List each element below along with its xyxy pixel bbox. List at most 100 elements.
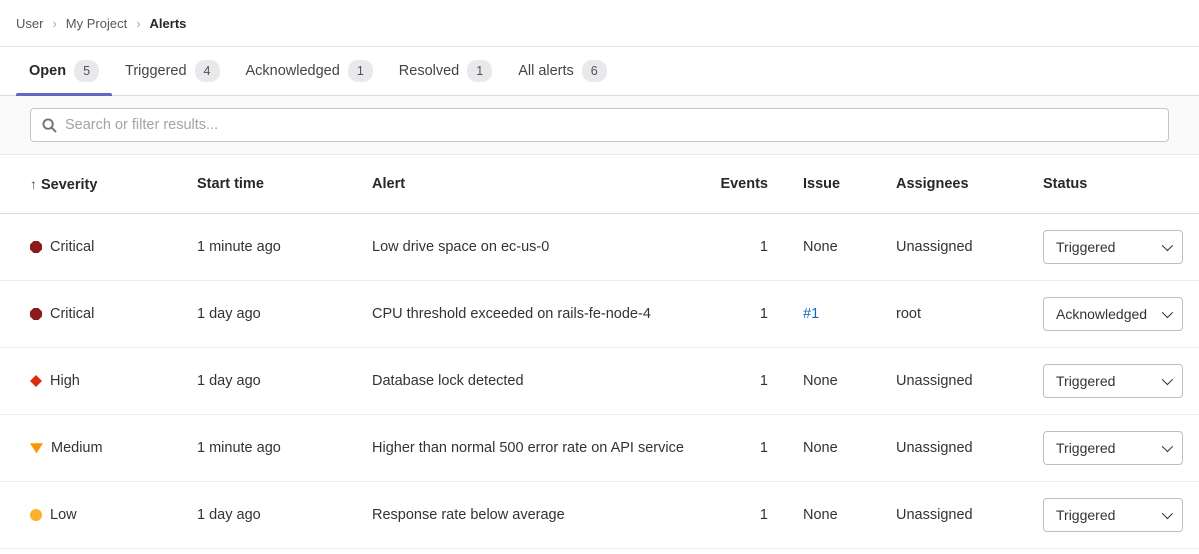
issue-cell: None bbox=[768, 440, 882, 456]
severity-icon bbox=[30, 375, 42, 387]
chevron-down-icon bbox=[1162, 240, 1173, 251]
status-dropdown-label: Triggered bbox=[1056, 440, 1115, 456]
tab-label: Triggered bbox=[125, 63, 187, 79]
assignees-cell: Unassigned bbox=[882, 440, 1028, 456]
search-input[interactable] bbox=[65, 117, 1157, 133]
breadcrumb-user[interactable]: User bbox=[16, 16, 43, 31]
events-count-cell: 1 bbox=[706, 239, 768, 255]
assignees-cell: Unassigned bbox=[882, 239, 1028, 255]
column-header-issue: Issue bbox=[768, 176, 882, 192]
severity-label: Critical bbox=[50, 239, 94, 255]
severity-icon bbox=[30, 241, 42, 253]
status-dropdown-label: Triggered bbox=[1056, 507, 1115, 523]
start-time-cell: 1 minute ago bbox=[183, 440, 358, 456]
severity-cell: Low bbox=[16, 507, 183, 523]
severity-label: Critical bbox=[50, 306, 94, 322]
alert-table-row[interactable]: Critical 1 day ago CPU threshold exceede… bbox=[0, 281, 1199, 348]
column-header-alert: Alert bbox=[358, 176, 706, 192]
severity-label: Low bbox=[50, 507, 77, 523]
tab-count-badge: 1 bbox=[467, 60, 492, 83]
severity-cell: Critical bbox=[16, 239, 183, 255]
search-band bbox=[0, 96, 1199, 155]
severity-icon bbox=[30, 509, 42, 521]
tab-count-badge: 5 bbox=[74, 60, 99, 83]
alert-title-cell: Database lock detected bbox=[358, 373, 706, 389]
search-icon bbox=[42, 118, 57, 133]
tab-count-badge: 1 bbox=[348, 60, 373, 83]
alert-table-row[interactable]: Medium 1 minute ago Higher than normal 5… bbox=[0, 415, 1199, 482]
events-count-cell: 1 bbox=[706, 373, 768, 389]
issue-link[interactable]: #1 bbox=[768, 306, 882, 322]
start-time-cell: 1 day ago bbox=[183, 306, 358, 322]
status-dropdown[interactable]: Triggered bbox=[1043, 364, 1183, 398]
tab-open[interactable]: Open 5 bbox=[16, 47, 112, 95]
issue-cell: None bbox=[768, 373, 882, 389]
chevron-down-icon bbox=[1162, 307, 1173, 318]
assignees-cell: Unassigned bbox=[882, 373, 1028, 389]
tab-count-badge: 4 bbox=[195, 60, 220, 83]
events-count-cell: 1 bbox=[706, 440, 768, 456]
status-dropdown[interactable]: Triggered bbox=[1043, 230, 1183, 264]
severity-icon bbox=[30, 308, 42, 320]
status-cell: Acknowledged bbox=[1028, 297, 1183, 331]
severity-label: High bbox=[50, 373, 80, 389]
tab-label: Open bbox=[29, 63, 66, 79]
alerts-table-header: ↑Severity Start time Alert Events Issue … bbox=[0, 155, 1199, 214]
alert-title-cell: Response rate below average bbox=[358, 507, 706, 523]
events-count-cell: 1 bbox=[706, 306, 768, 322]
events-count-cell: 1 bbox=[706, 507, 768, 523]
alerts-table-body: Critical 1 minute ago Low drive space on… bbox=[0, 214, 1199, 549]
breadcrumb-alerts: Alerts bbox=[150, 16, 187, 31]
tab-label: All alerts bbox=[518, 63, 574, 79]
alert-table-row[interactable]: High 1 day ago Database lock detected 1 … bbox=[0, 348, 1199, 415]
status-dropdown[interactable]: Acknowledged bbox=[1043, 297, 1183, 331]
column-header-severity[interactable]: ↑Severity bbox=[16, 176, 183, 193]
issue-cell: None bbox=[768, 239, 882, 255]
status-cell: Triggered bbox=[1028, 431, 1183, 465]
alert-title-cell: CPU threshold exceeded on rails-fe-node-… bbox=[358, 306, 706, 322]
severity-cell: Critical bbox=[16, 306, 183, 322]
issue-cell: None bbox=[768, 507, 882, 523]
tab-resolved[interactable]: Resolved 1 bbox=[386, 47, 505, 95]
chevron-down-icon bbox=[1162, 374, 1173, 385]
tab-triggered[interactable]: Triggered 4 bbox=[112, 47, 232, 95]
tab-acknowledged[interactable]: Acknowledged 1 bbox=[233, 47, 386, 95]
search-box[interactable] bbox=[30, 108, 1169, 142]
chevron-down-icon bbox=[1162, 508, 1173, 519]
alert-table-row[interactable]: Low 1 day ago Response rate below averag… bbox=[0, 482, 1199, 549]
status-dropdown-label: Triggered bbox=[1056, 373, 1115, 389]
status-cell: Triggered bbox=[1028, 230, 1183, 264]
severity-cell: High bbox=[16, 373, 183, 389]
status-dropdown-label: Triggered bbox=[1056, 239, 1115, 255]
status-cell: Triggered bbox=[1028, 498, 1183, 532]
start-time-cell: 1 day ago bbox=[183, 507, 358, 523]
status-dropdown[interactable]: Triggered bbox=[1043, 431, 1183, 465]
assignees-cell: Unassigned bbox=[882, 507, 1028, 523]
sort-ascending-icon: ↑ bbox=[30, 176, 37, 192]
status-cell: Triggered bbox=[1028, 364, 1183, 398]
status-dropdown-label: Acknowledged bbox=[1056, 306, 1147, 322]
alert-title-cell: Higher than normal 500 error rate on API… bbox=[358, 440, 706, 456]
status-dropdown[interactable]: Triggered bbox=[1043, 498, 1183, 532]
tab-all-alerts[interactable]: All alerts 6 bbox=[505, 47, 620, 95]
breadcrumb: User › My Project › Alerts bbox=[0, 0, 1199, 47]
start-time-cell: 1 minute ago bbox=[183, 239, 358, 255]
column-header-status: Status bbox=[1028, 176, 1183, 192]
severity-icon bbox=[30, 442, 43, 454]
alerts-tab-bar: Open 5 Triggered 4 Acknowledged 1 Resolv… bbox=[0, 47, 1199, 96]
severity-label: Medium bbox=[51, 440, 103, 456]
start-time-cell: 1 day ago bbox=[183, 373, 358, 389]
column-header-start-time[interactable]: Start time bbox=[183, 176, 358, 192]
alert-title-cell: Low drive space on ec-us-0 bbox=[358, 239, 706, 255]
severity-cell: Medium bbox=[16, 440, 183, 456]
breadcrumb-separator: › bbox=[52, 16, 56, 31]
tab-count-badge: 6 bbox=[582, 60, 607, 83]
assignees-cell: root bbox=[882, 306, 1028, 322]
column-header-assignees: Assignees bbox=[882, 176, 1028, 192]
column-header-events: Events bbox=[706, 176, 768, 192]
breadcrumb-project[interactable]: My Project bbox=[66, 16, 127, 31]
chevron-down-icon bbox=[1162, 441, 1173, 452]
breadcrumb-separator: › bbox=[136, 16, 140, 31]
tab-label: Acknowledged bbox=[246, 63, 340, 79]
alert-table-row[interactable]: Critical 1 minute ago Low drive space on… bbox=[0, 214, 1199, 281]
